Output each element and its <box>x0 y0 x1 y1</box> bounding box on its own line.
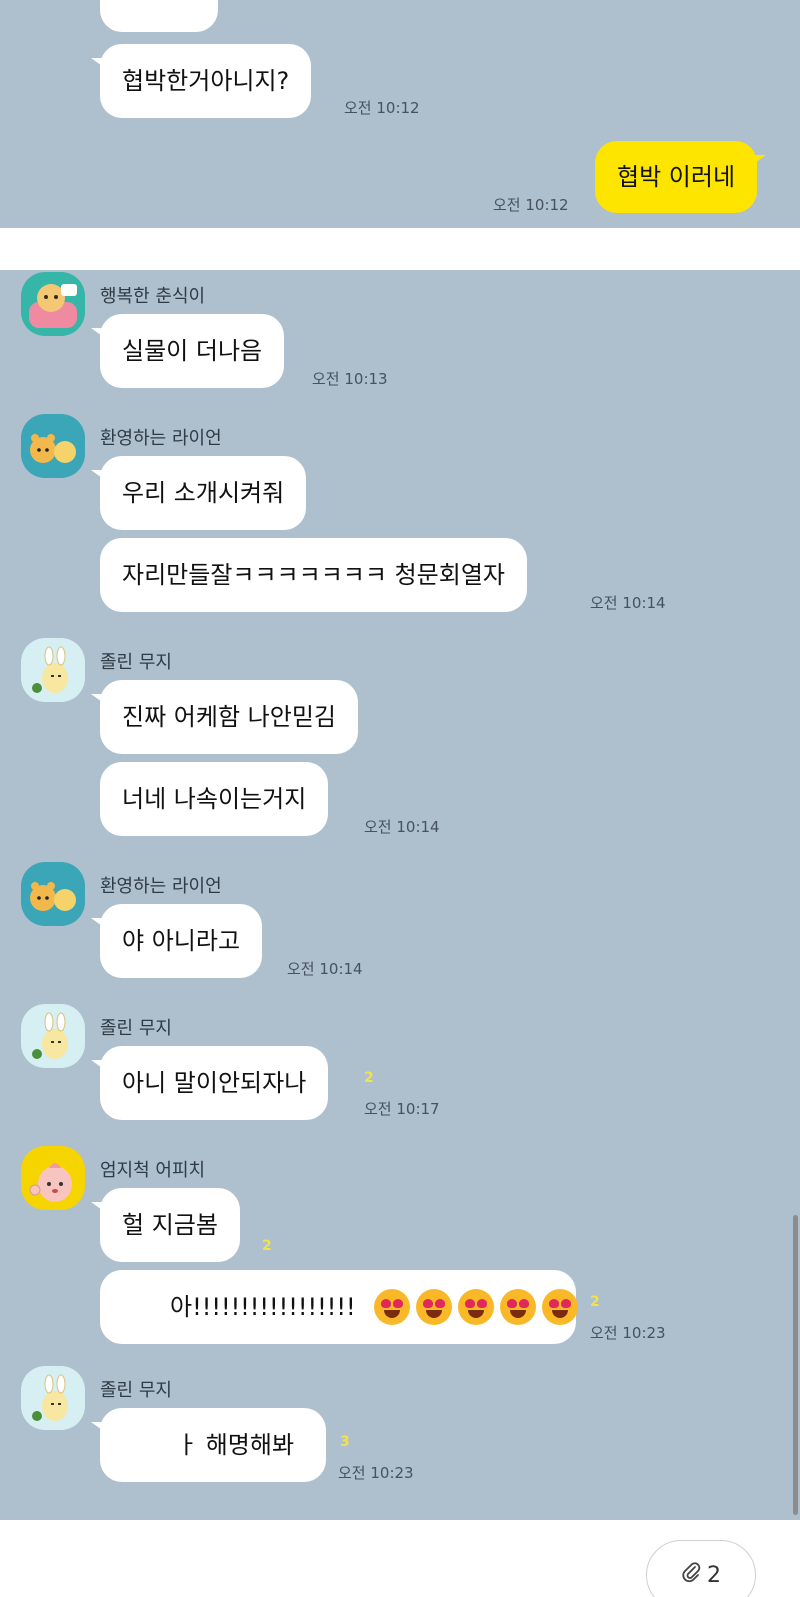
heart-eyes-emoji-icon <box>457 1289 494 1325</box>
apeach-avatar-icon[interactable] <box>21 1146 85 1210</box>
message-text: 자리만들잘ㅋㅋㅋㅋㅋㅋㅋ 청문회열자 <box>122 561 505 589</box>
message-text: 진짜 어케함 나안믿김 <box>122 703 336 731</box>
sent-message-bubble[interactable]: 협박 이러네 <box>595 141 767 213</box>
attachment-icon <box>681 1561 701 1589</box>
message-text: 야 아니라고 <box>122 927 241 955</box>
choonsik-avatar-icon[interactable] <box>21 272 85 336</box>
message-time: 오전 10:14 <box>590 594 666 612</box>
message-time: 오전 10:12 <box>493 196 569 214</box>
sender-name: 환영하는 라이언 <box>100 876 222 897</box>
muzi-avatar-icon[interactable] <box>21 638 85 702</box>
message-text: 헐 지금봄 <box>122 1211 218 1239</box>
message-text: 실물이 더나음 <box>122 337 263 365</box>
muzi-avatar-icon[interactable] <box>21 1366 85 1430</box>
chat-screenshot-2: 행복한 춘식이 실물이 더나음 오전 10:13 환영하는 라이언 우리 소개시… <box>0 270 800 1520</box>
message-time: 오전 10:23 <box>338 1464 414 1482</box>
heart-eyes-emoji-icon <box>499 1289 536 1325</box>
sender-name: 졸린 무지 <box>100 1380 172 1401</box>
message-time: 오전 10:14 <box>287 960 363 978</box>
message-bubble[interactable]: 너네 나속이는거지 <box>100 762 329 836</box>
message-time: 오전 10:13 <box>312 370 388 388</box>
message-bubble[interactable]: 실물이 더나음 <box>90 314 285 388</box>
attachment-button[interactable]: 2 <box>646 1540 756 1597</box>
scrollbar[interactable] <box>793 1215 798 1515</box>
emoji-row <box>368 1289 578 1325</box>
attachment-count: 2 <box>707 1562 721 1588</box>
heart-eyes-emoji-icon <box>415 1289 452 1325</box>
unread-count: 2 <box>590 1294 600 1310</box>
sender-name: 행복한 춘식이 <box>100 286 206 307</box>
unread-count: 3 <box>340 1434 350 1450</box>
message-text: ㅏ 해명해봐 <box>176 1431 295 1459</box>
message-time: 오전 10:12 <box>344 99 420 117</box>
message-text: 아!!!!!!!!!!!!!!!!! <box>170 1293 356 1321</box>
message-text: 우리 소개시켜줘 <box>122 479 285 507</box>
message-bubble-cut[interactable] <box>100 0 218 32</box>
message-time: 오전 10:17 <box>364 1100 440 1118</box>
sender-name: 환영하는 라이언 <box>100 428 222 449</box>
message-bubble[interactable]: 아니 말이안되자나 <box>90 1046 329 1120</box>
message-time: 오전 10:23 <box>590 1324 666 1342</box>
message-text: 협박 이러네 <box>617 163 736 191</box>
message-bubble[interactable]: 우리 소개시켜줘 <box>90 456 307 530</box>
sender-name: 졸린 무지 <box>100 1018 172 1039</box>
message-text: 협박한거아니지? <box>122 67 290 95</box>
message-bubble[interactable]: 헐 지금봄 <box>91 1188 240 1262</box>
chat-screenshot-1: 협박한거아니지? 오전 10:12 협박 이러네 오전 10:12 <box>0 0 800 228</box>
message-bubble[interactable]: ㅏ 해명해봐 <box>91 1408 326 1482</box>
message-bubble[interactable]: 진짜 어케함 나안믿김 <box>91 680 358 754</box>
ryan-avatar-icon[interactable] <box>21 414 85 478</box>
message-time: 오전 10:14 <box>364 818 440 836</box>
sender-name: 졸린 무지 <box>100 652 172 673</box>
heart-eyes-emoji-icon <box>541 1289 578 1325</box>
unread-count: 2 <box>364 1070 374 1086</box>
message-text: 너네 나속이는거지 <box>122 785 307 813</box>
message-text: 아니 말이안되자나 <box>122 1069 307 1097</box>
unread-count: 2 <box>262 1238 272 1254</box>
message-bubble[interactable]: 아!!!!!!!!!!!!!!!!! <box>100 1270 578 1344</box>
heart-eyes-emoji-icon <box>373 1289 410 1325</box>
message-bubble[interactable]: 자리만들잘ㅋㅋㅋㅋㅋㅋㅋ 청문회열자 <box>100 538 527 612</box>
muzi-avatar-icon[interactable] <box>21 1004 85 1068</box>
sender-name: 엄지척 어피치 <box>100 1160 206 1181</box>
ryan-avatar-icon[interactable] <box>21 862 85 926</box>
message-bubble[interactable]: 협박한거아니지? <box>90 44 312 118</box>
message-bubble[interactable]: 야 아니라고 <box>90 904 263 978</box>
